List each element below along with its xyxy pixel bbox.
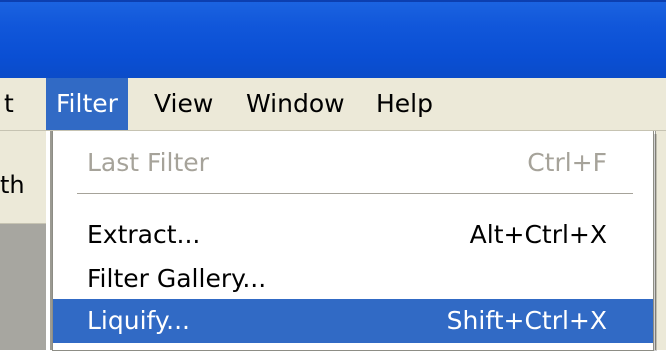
menu-item-extract[interactable]: Extract... Alt+Ctrl+X: [53, 213, 653, 257]
menu-view[interactable]: View: [144, 78, 223, 130]
menu-item-last-filter: Last Filter Ctrl+F: [53, 141, 653, 185]
menu-item-label: Filter Gallery...: [87, 264, 267, 293]
workspace-area: th: [0, 131, 50, 350]
menu-item-liquify[interactable]: Liquify... Shift+Ctrl+X: [53, 299, 653, 343]
menu-item-label: Last Filter: [87, 148, 209, 177]
options-bar: th: [0, 131, 50, 224]
menu-window[interactable]: Window: [236, 78, 355, 130]
menu-bar: t Filter View Window Help: [0, 78, 666, 131]
filter-menu-dropdown: Last Filter Ctrl+F Extract... Alt+Ctrl+X…: [52, 131, 654, 351]
options-bar-label: th: [0, 171, 25, 199]
options-bar-right: [655, 131, 666, 350]
menu-edit-partial[interactable]: t: [0, 78, 24, 130]
menu-separator: [77, 193, 633, 197]
menu-item-shortcut: Shift+Ctrl+X: [446, 306, 607, 335]
menu-item-label: Liquify...: [87, 306, 190, 335]
menu-item-shortcut: Ctrl+F: [527, 148, 607, 177]
menu-filter[interactable]: Filter: [46, 78, 128, 130]
menu-item-label: Extract...: [87, 220, 201, 249]
title-bar: [0, 0, 666, 80]
menu-item-filter-gallery[interactable]: Filter Gallery...: [53, 257, 653, 301]
menu-help[interactable]: Help: [366, 78, 443, 130]
menu-item-shortcut: Alt+Ctrl+X: [469, 220, 607, 249]
